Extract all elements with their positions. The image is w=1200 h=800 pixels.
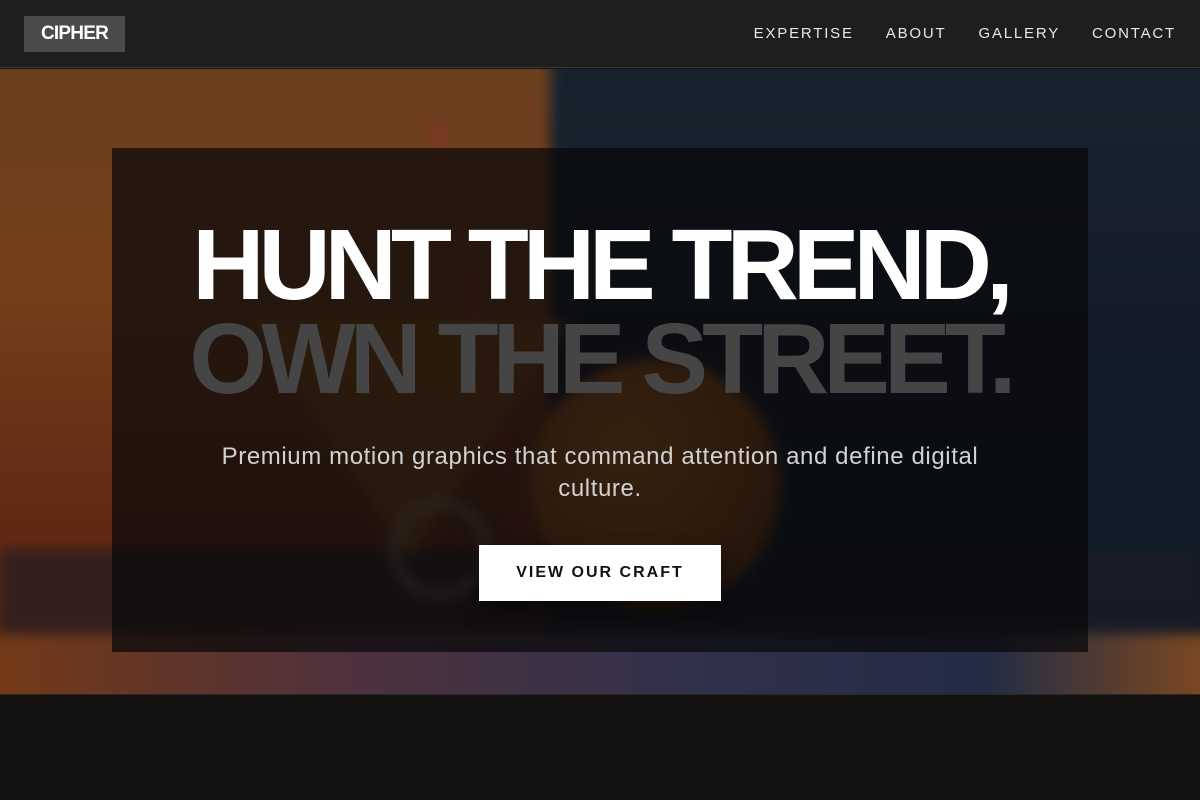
hero-card: HUNT THE TREND, OWN THE STREET. Premium … [112, 148, 1088, 652]
top-navigation: CIPHER EXPERTISE ABOUT GALLERY CONTACT [0, 0, 1200, 68]
page: CIPHER EXPERTISE ABOUT GALLERY CONTACT H… [0, 0, 1200, 800]
next-section [0, 694, 1200, 800]
nav-link-contact[interactable]: CONTACT [1092, 25, 1176, 42]
nav-link-expertise[interactable]: EXPERTISE [754, 25, 854, 42]
hero-headline-line2: OWN THE STREET. [189, 303, 1016, 415]
nav-links: EXPERTISE ABOUT GALLERY CONTACT [754, 25, 1176, 42]
hero-subtitle: Premium motion graphics that command att… [221, 443, 979, 502]
view-our-craft-button[interactable]: VIEW OUR CRAFT [479, 545, 721, 601]
nav-link-about[interactable]: ABOUT [886, 25, 947, 42]
hero-headline-line1: HUNT THE TREND, [192, 209, 1014, 321]
nav-link-gallery[interactable]: GALLERY [978, 25, 1060, 42]
logo[interactable]: CIPHER [24, 15, 125, 52]
hero-section: HUNT THE TREND, OWN THE STREET. Premium … [0, 69, 1200, 694]
